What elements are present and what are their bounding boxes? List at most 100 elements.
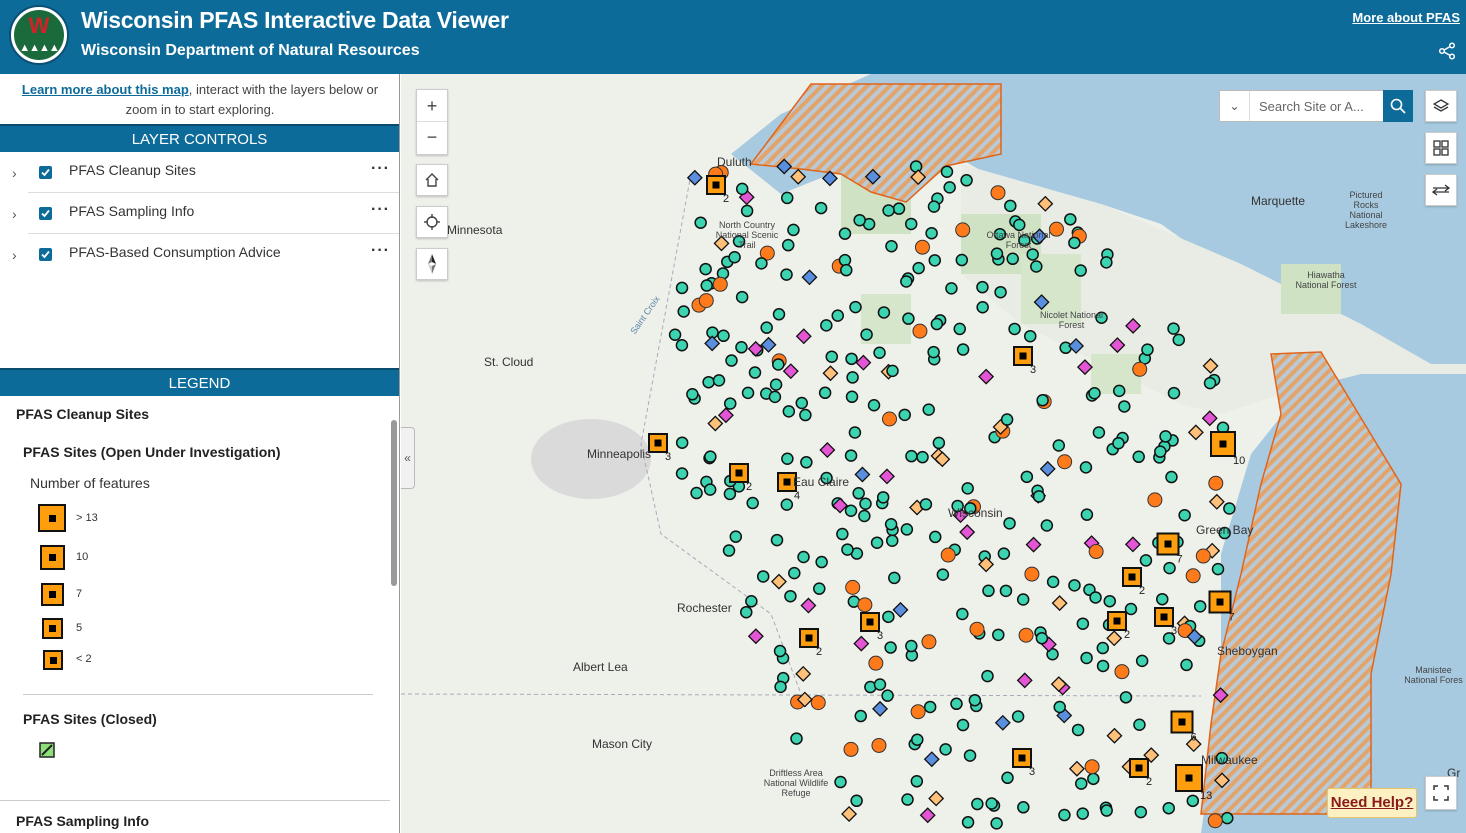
- advisory-diamond[interactable]: [1109, 337, 1126, 354]
- chevron-right-icon[interactable]: ›: [12, 247, 22, 263]
- sampling-point[interactable]: [849, 300, 862, 314]
- advisory-diamond[interactable]: [928, 790, 945, 807]
- sampling-point[interactable]: [1058, 808, 1071, 822]
- sampling-point[interactable]: [1167, 386, 1181, 400]
- sampling-point[interactable]: [675, 338, 689, 352]
- layers-button[interactable]: [1425, 90, 1457, 122]
- sampling-point[interactable]: [859, 497, 872, 511]
- sampling-point[interactable]: [748, 366, 762, 379]
- sampling-point[interactable]: [746, 496, 759, 510]
- sampling-point[interactable]: [881, 689, 894, 702]
- learn-more-link[interactable]: Learn more about this map: [22, 82, 189, 97]
- advisory-diamond[interactable]: [1106, 727, 1123, 744]
- sampling-point[interactable]: [860, 328, 873, 341]
- sampling-point[interactable]: [976, 300, 989, 314]
- compass-button[interactable]: [416, 248, 448, 280]
- more-options-icon[interactable]: ···: [371, 242, 390, 260]
- sampling-point[interactable]: [818, 386, 832, 400]
- sampling-point[interactable]: [992, 628, 1005, 642]
- advisory-diamond[interactable]: [1125, 317, 1142, 334]
- sampling-point[interactable]: [846, 371, 859, 384]
- sampling-point[interactable]: [700, 279, 713, 292]
- advisory-diamond[interactable]: [1068, 337, 1085, 354]
- sampling-point[interactable]: [1068, 236, 1081, 250]
- sampling-point[interactable]: [999, 584, 1013, 598]
- sampling-point[interactable]: [717, 329, 730, 343]
- sampling-point[interactable]: [876, 491, 890, 504]
- advisory-diamond[interactable]: [717, 407, 734, 424]
- sampling-point[interactable]: [1112, 436, 1125, 450]
- advisory-diamond[interactable]: [770, 573, 787, 590]
- sampling-point[interactable]: [892, 202, 906, 215]
- sampling-point[interactable]: [961, 816, 975, 829]
- advisory-diamond[interactable]: [1208, 493, 1225, 510]
- sampling-point[interactable]: [739, 605, 753, 619]
- sampling-point[interactable]: [905, 639, 918, 653]
- sampling-point[interactable]: [799, 408, 812, 422]
- sampling-point[interactable]: [982, 584, 995, 598]
- advisory-diamond[interactable]: [1051, 595, 1068, 612]
- sampling-point[interactable]: [904, 217, 918, 231]
- sampling-point[interactable]: [919, 498, 933, 511]
- sampling-point[interactable]: [735, 341, 748, 354]
- sampling-point[interactable]: [1016, 593, 1030, 606]
- search-input[interactable]: [1251, 91, 1384, 121]
- advisory-diamond[interactable]: [1068, 760, 1085, 777]
- advisory-diamond[interactable]: [760, 336, 777, 353]
- collapse-panel-button[interactable]: «: [401, 427, 415, 489]
- advisory-diamond[interactable]: [1201, 410, 1218, 427]
- cleanup-site-point[interactable]: [843, 741, 859, 757]
- sampling-point[interactable]: [728, 250, 741, 264]
- sampling-point[interactable]: [1075, 777, 1088, 790]
- sampling-point[interactable]: [911, 733, 924, 746]
- sampling-point[interactable]: [825, 350, 839, 363]
- sampling-point[interactable]: [1008, 322, 1021, 336]
- sampling-point[interactable]: [838, 227, 852, 240]
- advisory-diamond[interactable]: [978, 368, 995, 385]
- sampling-point[interactable]: [1100, 256, 1113, 269]
- sampling-point[interactable]: [1211, 562, 1225, 576]
- sampling-point[interactable]: [1124, 602, 1138, 616]
- advisory-diamond[interactable]: [892, 601, 909, 618]
- sampling-point[interactable]: [768, 390, 782, 404]
- sampling-point[interactable]: [723, 397, 737, 410]
- cleanup-site-point[interactable]: [882, 411, 898, 427]
- cleanup-site-point[interactable]: [940, 547, 956, 563]
- sampling-point[interactable]: [854, 709, 868, 723]
- advisory-diamond[interactable]: [782, 363, 799, 380]
- sampling-point[interactable]: [781, 452, 794, 465]
- sampling-point[interactable]: [945, 282, 958, 295]
- sampling-point[interactable]: [1220, 811, 1234, 825]
- advisory-diamond[interactable]: [872, 700, 889, 717]
- cleanup-site-point[interactable]: [969, 621, 985, 637]
- sampling-point[interactable]: [769, 378, 783, 391]
- sampling-point[interactable]: [877, 306, 891, 319]
- sampling-point[interactable]: [729, 530, 743, 543]
- advisory-diamond[interactable]: [854, 466, 871, 483]
- sampling-point[interactable]: [1024, 329, 1037, 343]
- sampling-point[interactable]: [1096, 659, 1110, 673]
- sampling-point[interactable]: [955, 253, 969, 267]
- sampling-point[interactable]: [1139, 554, 1153, 567]
- advisory-diamond[interactable]: [1033, 294, 1050, 311]
- advisory-diamond[interactable]: [747, 628, 764, 645]
- sampling-point[interactable]: [834, 775, 847, 789]
- sampling-point[interactable]: [867, 399, 881, 412]
- sampling-point[interactable]: [1112, 384, 1126, 398]
- sampling-point[interactable]: [960, 174, 973, 187]
- sampling-point[interactable]: [994, 285, 1007, 299]
- sampling-point[interactable]: [956, 718, 970, 732]
- cleanup-site-point[interactable]: [810, 695, 826, 711]
- sampling-point[interactable]: [844, 504, 858, 518]
- sampling-point[interactable]: [1096, 641, 1110, 655]
- sampling-point[interactable]: [912, 261, 925, 275]
- sampling-point[interactable]: [820, 319, 833, 332]
- sampling-point[interactable]: [787, 223, 800, 237]
- sampling-point[interactable]: [704, 450, 717, 463]
- share-icon[interactable]: [1438, 42, 1456, 60]
- sampling-point[interactable]: [703, 483, 717, 496]
- cleanup-site-point[interactable]: [1084, 759, 1100, 775]
- chevron-right-icon[interactable]: ›: [12, 165, 22, 181]
- advisory-diamond[interactable]: [841, 805, 858, 822]
- sampling-point[interactable]: [1103, 594, 1117, 608]
